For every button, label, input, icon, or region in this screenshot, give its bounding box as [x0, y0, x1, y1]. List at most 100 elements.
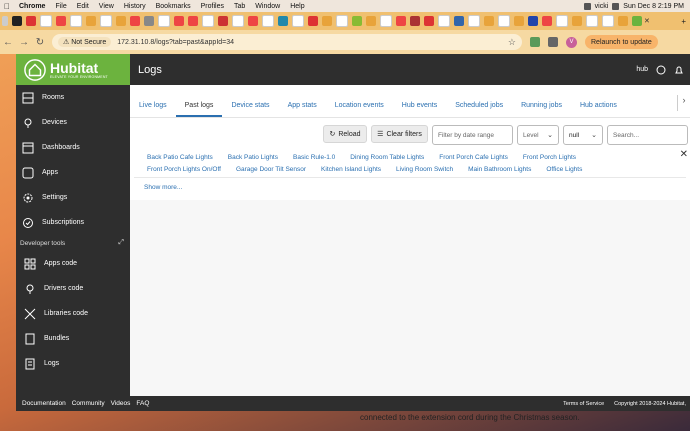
device-link[interactable]: Kitchen Island Lights	[321, 166, 381, 173]
device-link[interactable]: Basic Rule-1.0	[293, 154, 335, 161]
favicon-red-icon[interactable]	[218, 16, 228, 26]
favicon-google-icon[interactable]	[292, 15, 304, 27]
wifi-icon[interactable]	[583, 2, 591, 10]
tab-hub-actions[interactable]: Hub actions	[571, 102, 626, 117]
device-link[interactable]: Living Room Switch	[396, 166, 453, 173]
bookmark-star-icon[interactable]: ☆	[508, 37, 516, 48]
favicon-google-icon[interactable]	[336, 15, 348, 27]
device-link[interactable]: Front Porch Cafe Lights	[439, 154, 508, 161]
apple-icon[interactable]: 	[0, 2, 14, 11]
not-secure-badge[interactable]: ⚠ Not Secure	[58, 37, 112, 47]
sidebar-item-bundles[interactable]: Bundles	[16, 326, 130, 351]
favicon-orange-icon[interactable]	[116, 16, 126, 26]
tabs-scroll-right-icon[interactable]: ›	[677, 95, 690, 111]
relaunch-button[interactable]: Relaunch to update	[585, 35, 658, 49]
new-tab-icon[interactable]: +	[681, 17, 690, 26]
favicon-wordpress-icon[interactable]	[454, 16, 464, 26]
favicon-gray-icon[interactable]	[144, 16, 154, 26]
favicon-youtube-icon[interactable]	[248, 16, 258, 26]
favicon-google-icon[interactable]	[438, 15, 450, 27]
favicon-amazon-icon[interactable]	[12, 16, 22, 26]
hubitat-logo[interactable]: Hubitat ELEVATE YOUR ENVIRONMENT	[16, 54, 130, 85]
favicon-orange-icon[interactable]	[484, 16, 494, 26]
menu-app[interactable]: Chrome	[14, 3, 50, 10]
tab-scheduled-jobs[interactable]: Scheduled jobs	[446, 102, 512, 117]
favicon-google-icon[interactable]	[232, 15, 244, 27]
sidebar-item-dashboards[interactable]: Dashboards	[16, 135, 130, 160]
null-select[interactable]: null ⌄	[563, 125, 603, 145]
url-text[interactable]: 172.31.10.8/logs?tab=past&appId=34	[117, 39, 234, 46]
address-bar[interactable]: ⚠ Not Secure 172.31.10.8/logs?tab=past&a…	[52, 34, 522, 50]
sidebar-item-settings[interactable]: Settings	[16, 185, 130, 210]
favicon-blue-icon[interactable]	[278, 16, 288, 26]
device-link[interactable]: Office Lights	[546, 166, 582, 173]
favicon-youtube-icon[interactable]	[56, 16, 66, 26]
menu-edit[interactable]: Edit	[72, 3, 94, 10]
favicon-youtube-icon[interactable]	[396, 16, 406, 26]
search-input[interactable]: Search...	[607, 125, 688, 145]
favicon-orange-icon[interactable]	[572, 16, 582, 26]
menubar-datetime[interactable]: Sun Dec 8 2:19 PM	[623, 3, 684, 10]
footer-link-community[interactable]: Community	[72, 400, 105, 407]
favicon-green-icon[interactable]	[352, 16, 362, 26]
tab-location-events[interactable]: Location events	[326, 102, 393, 117]
tab-app-stats[interactable]: App stats	[279, 102, 326, 117]
show-more-link[interactable]: Show more...	[144, 184, 182, 191]
favicon-hubitat-icon[interactable]	[632, 16, 642, 26]
favicon-google-icon[interactable]	[202, 15, 214, 27]
favicon-red-icon[interactable]	[26, 16, 36, 26]
sidebar-item-rooms[interactable]: Rooms	[16, 85, 130, 110]
date-range-input[interactable]: Filter by date range	[432, 125, 513, 145]
sidebar-item-apps-code[interactable]: Apps code	[16, 251, 130, 276]
favicon-orange-icon[interactable]	[366, 16, 376, 26]
menu-tab[interactable]: Tab	[229, 3, 250, 10]
favicon-google-icon[interactable]	[468, 15, 480, 27]
device-link[interactable]: Front Porch Lights On/Off	[147, 166, 221, 173]
favicon-google-icon[interactable]	[158, 15, 170, 27]
footer-link-faq[interactable]: FAQ	[136, 400, 149, 407]
footer-link-videos[interactable]: Videos	[111, 400, 131, 407]
collapse-icon[interactable]: ⤢	[118, 239, 124, 247]
notification-bell-icon[interactable]	[674, 65, 684, 75]
tab-close-icon[interactable]: ✕	[644, 17, 650, 25]
favicon-youtube-icon[interactable]	[174, 16, 184, 26]
clear-filters-button[interactable]: ☰ Clear filters	[371, 125, 428, 143]
tab-past-logs[interactable]: Past logs	[175, 102, 223, 117]
favicon-red-icon[interactable]	[308, 16, 318, 26]
extensions-puzzle-icon[interactable]	[548, 37, 558, 47]
sidebar-item-apps[interactable]: Apps	[16, 160, 130, 185]
sidebar-section-developer[interactable]: Developer tools ⤢	[16, 235, 130, 251]
favicon-youtube-icon[interactable]	[130, 16, 140, 26]
tab-device-stats[interactable]: Device stats	[222, 102, 278, 117]
favicon-google-icon[interactable]	[380, 15, 392, 27]
chat-icon[interactable]	[656, 65, 666, 75]
back-icon[interactable]: ←	[0, 37, 16, 48]
favicon-google-icon[interactable]	[586, 15, 598, 27]
menu-profiles[interactable]: Profiles	[196, 3, 229, 10]
favicon-google-icon[interactable]	[262, 15, 274, 27]
tab-hub-events[interactable]: Hub events	[393, 102, 446, 117]
control-center-icon[interactable]	[612, 2, 620, 10]
device-link[interactable]: Front Porch Lights	[523, 154, 576, 161]
favicon-orange-icon[interactable]	[618, 16, 628, 26]
extension-icon[interactable]	[530, 37, 540, 47]
device-link[interactable]: Main Bathroom Lights	[468, 166, 531, 173]
menubar-user[interactable]: vicki	[595, 3, 609, 10]
level-select[interactable]: Level ⌄	[517, 125, 559, 145]
menu-help[interactable]: Help	[285, 3, 309, 10]
favicon-google-icon[interactable]	[40, 15, 52, 27]
sidebar-item-devices[interactable]: Devices	[16, 110, 130, 135]
close-icon[interactable]: ✕	[680, 149, 688, 160]
favicon-google-icon[interactable]	[100, 15, 112, 27]
sidebar-item-subscriptions[interactable]: Subscriptions	[16, 210, 130, 235]
favicon-youtube-icon[interactable]	[542, 16, 552, 26]
favicon-blue-icon[interactable]	[528, 16, 538, 26]
favicon-google-icon[interactable]	[602, 15, 614, 27]
sidebar-item-logs[interactable]: Logs	[16, 351, 130, 376]
favicon-google-icon[interactable]	[70, 15, 82, 27]
menu-history[interactable]: History	[119, 3, 151, 10]
device-link[interactable]: Back Patio Cafe Lights	[147, 154, 213, 161]
sidebar-item-libraries-code[interactable]: Libraries code	[16, 301, 130, 326]
menu-window[interactable]: Window	[250, 3, 285, 10]
favicon-orange-icon[interactable]	[322, 16, 332, 26]
